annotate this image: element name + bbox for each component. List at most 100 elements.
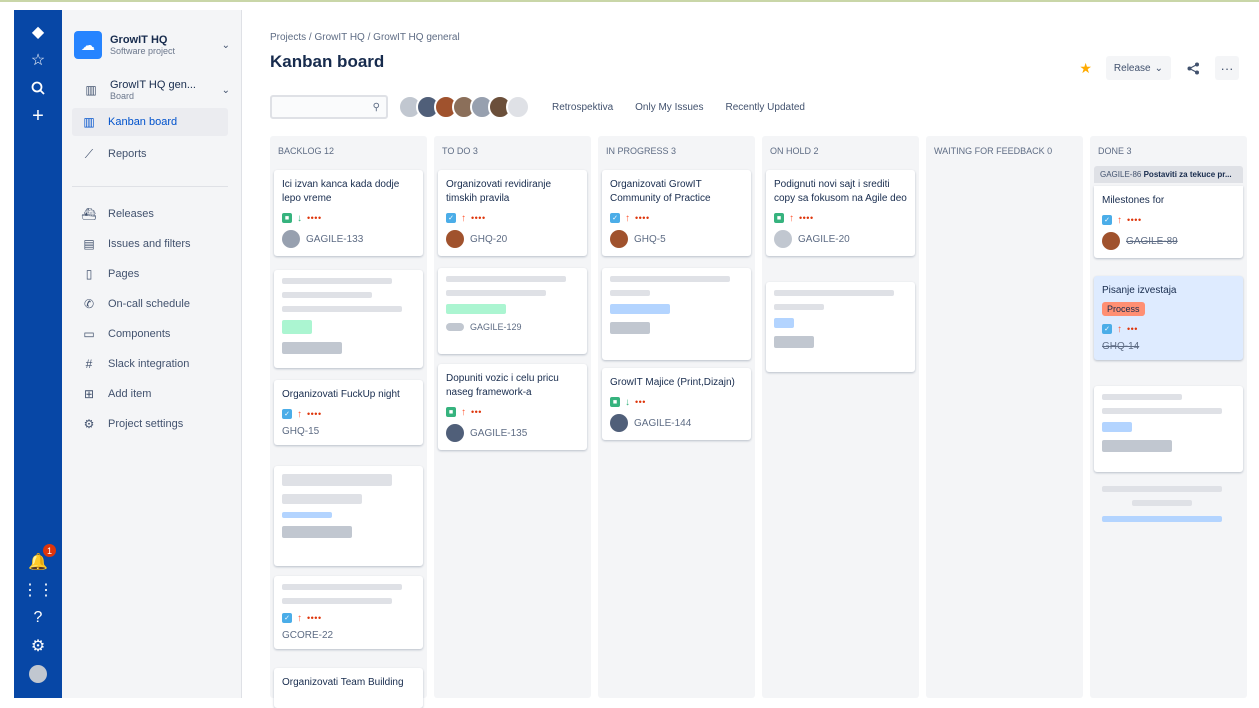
search-icon: ⚲ [372, 101, 380, 113]
issue-key: GAGILE-135 [470, 427, 528, 439]
priority-high-icon: ↑ [297, 408, 302, 420]
sidebar-item-reports[interactable]: ⟋ Reports [72, 140, 228, 168]
avatar [446, 424, 464, 442]
issue-card[interactable]: Organizovati GrowIT Community of Practic… [602, 170, 751, 256]
issue-card[interactable] [274, 270, 423, 368]
search-icon[interactable] [14, 74, 62, 102]
issue-card[interactable]: Podignuti novi sajt i srediti copy sa fo… [766, 170, 915, 256]
search-input[interactable]: ⚲ [270, 95, 388, 119]
release-label: Release [1113, 62, 1151, 74]
help-icon[interactable]: ? [14, 604, 62, 632]
avatar [446, 230, 464, 248]
estimate-dots: •••• [471, 213, 486, 223]
issue-card[interactable]: Dopuniti vozic i celu pricu naseg framew… [438, 364, 587, 450]
column-title: TO DO 3 [442, 146, 478, 156]
estimate-dots: •••• [307, 213, 322, 223]
issue-card[interactable]: GrowIT Majice (Print,Dizajn) ■ ↓ ••• GAGIL… [602, 368, 751, 440]
chart-icon: ⟋ [84, 146, 94, 161]
sidebar-item-label: Project settings [108, 418, 184, 430]
issue-card-selected[interactable]: Pisanje izvestaja Process ✓ ↑ ••• GHQ-14 [1094, 276, 1243, 360]
card-summary: Ici izvan kanca kada dodje lepo vreme [282, 179, 400, 204]
star-icon[interactable]: ★ [1079, 60, 1092, 77]
issue-key: GHQ-20 [470, 233, 508, 245]
filter-bar: ⚲ Retrospektiva Only My Issues Recently … [270, 94, 805, 120]
issue-card[interactable]: GAGILE-129 [438, 268, 587, 354]
sidebar-item-on-call-schedule[interactable]: ✆ On-call schedule [72, 290, 228, 318]
app-switcher-icon[interactable]: ⋮⋮ [14, 576, 62, 604]
star-icon[interactable]: ☆ [14, 46, 62, 74]
sidebar-item-kanban-board[interactable]: ▥ Kanban board [72, 108, 228, 136]
breadcrumb[interactable]: Projects / GrowIT HQ / GrowIT HQ general [270, 32, 460, 43]
project-type: Software project [110, 46, 176, 56]
sidebar-item-issues-and-filters[interactable]: ▤ Issues and filters [72, 230, 228, 258]
sidebar-item-releases[interactable]: ⛴ Releases [72, 200, 228, 228]
issue-card[interactable]: Organizovati revidiranje timskih pravila… [438, 170, 587, 256]
jira-logo-icon[interactable]: ◆ [14, 18, 62, 46]
issue-key: GAGILE-144 [634, 417, 692, 429]
chevron-down-icon: ⌄ [221, 84, 230, 96]
issue-card[interactable]: ✓ ↑ •••• GCORE-22 [274, 576, 423, 649]
issue-key: GAGILE-129 [470, 322, 522, 332]
board-icon: ▥ [85, 83, 97, 97]
parent-issue-banner[interactable]: GAGILE-86 Postaviti za tekuce pr... [1094, 166, 1243, 183]
project-header[interactable]: ☁ GrowIT HQ Software project ⌄ [74, 28, 230, 62]
issue-card[interactable]: Organizovati FuckUp night ✓ ↑ •••• GHQ-15 [274, 380, 423, 445]
assignee-filter [398, 95, 530, 119]
settings-icon[interactable]: ⚙ [14, 632, 62, 660]
project-sidebar: ☁ GrowIT HQ Software project ⌄ ▥ GrowIT … [62, 10, 242, 698]
sidebar-item-pages[interactable]: ▯ Pages [72, 260, 228, 288]
chevron-down-icon: ⌄ [221, 39, 230, 51]
task-icon: ✓ [446, 213, 456, 223]
quick-filter-only-my-issues[interactable]: Only My Issues [635, 102, 703, 113]
issue-card[interactable] [274, 466, 423, 566]
sidebar-item-slack-integration[interactable]: # Slack integration [72, 350, 228, 378]
slack-icon: # [85, 357, 93, 371]
estimate-dots: •••• [635, 213, 650, 223]
parent-issue-summary: Postaviti za tekuce pr... [1143, 170, 1232, 179]
avatar[interactable] [506, 95, 530, 119]
priority-high-icon: ↑ [297, 612, 302, 624]
column-title: IN PROGRESS 3 [606, 146, 677, 156]
sidebar-item-components[interactable]: ▭ Components [72, 320, 228, 348]
issue-key: GAGILE-20 [798, 233, 850, 245]
sidebar-item-label: Add item [108, 388, 152, 400]
more-button[interactable]: ··· [1215, 56, 1239, 80]
story-icon: ■ [774, 213, 784, 223]
avatar [610, 414, 628, 432]
sidebar-item-project-settings[interactable]: ⚙ Project settings [72, 410, 228, 438]
priority-high-icon: ↑ [1117, 323, 1122, 335]
board-selector[interactable]: ▥ GrowIT HQ gen... Board ⌄ [74, 74, 230, 106]
component-icon: ▭ [83, 327, 95, 341]
release-button[interactable]: Release ⌄ [1105, 56, 1171, 80]
story-icon: ■ [446, 407, 456, 417]
issue-key: GHQ-14 [1102, 341, 1140, 352]
column-waiting-for-feedback: WAITING FOR FEEDBACK 0 [926, 136, 1083, 698]
profile-avatar[interactable] [14, 660, 62, 688]
issue-card[interactable]: Organizovati Team Building [274, 668, 423, 708]
issue-card[interactable] [1094, 386, 1243, 472]
notification-badge: 1 [43, 544, 56, 557]
issue-card[interactable]: Milestones for ✓ ↑ •••• GAGILE-89 [1094, 186, 1243, 258]
card-summary: GrowIT Majice (Print,Dizajn) [610, 377, 735, 388]
create-icon[interactable]: + [14, 102, 62, 130]
notifications-icon[interactable]: 🔔 1 [14, 544, 62, 576]
estimate-dots: ••• [471, 407, 482, 417]
card-summary: Pisanje izvestaja [1102, 285, 1177, 296]
share-icon[interactable] [1181, 56, 1205, 80]
sidebar-item-label: Components [108, 328, 171, 340]
page-title: Kanban board [270, 52, 385, 71]
issue-card[interactable]: Ici izvan kanca kada dodje lepo vreme ■ ↓… [274, 170, 423, 256]
column-title: ON HOLD 2 [770, 146, 819, 156]
card-summary: Organizovati FuckUp night [282, 389, 400, 400]
quick-filter-retrospektiva[interactable]: Retrospektiva [552, 102, 613, 113]
issue-card[interactable] [602, 268, 751, 360]
project-logo-icon: ☁ [74, 31, 102, 59]
issue-card[interactable] [766, 282, 915, 372]
column-title: DONE 3 [1098, 146, 1132, 156]
avatar [1102, 232, 1120, 250]
sidebar-item-add-item[interactable]: ⊞ Add item [72, 380, 228, 408]
chevron-down-icon: ⌄ [1154, 62, 1163, 74]
column-on-hold: ON HOLD 2 Podignuti novi sajt i srediti … [762, 136, 919, 698]
header-actions: ★ Release ⌄ ··· [1079, 56, 1239, 80]
quick-filter-recently-updated[interactable]: Recently Updated [726, 102, 806, 113]
